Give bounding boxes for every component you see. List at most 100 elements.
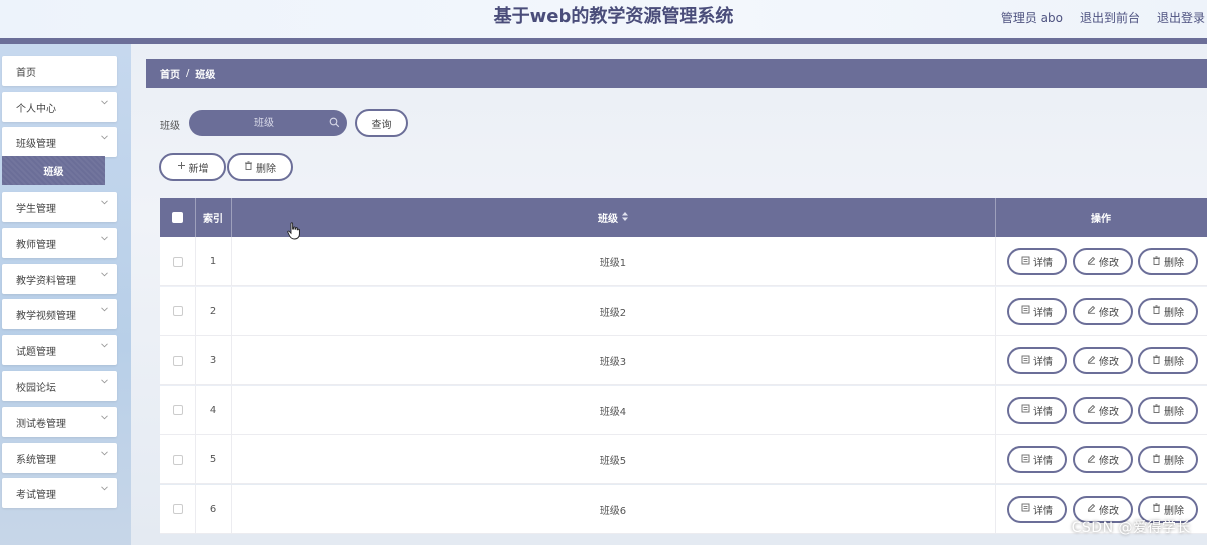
detail-label: 详情 xyxy=(1033,456,1053,467)
breadcrumb-home[interactable]: 首页 xyxy=(160,66,180,81)
detail-button[interactable]: 详情 xyxy=(1007,248,1067,275)
sidebar-subitem-class[interactable]: 班级 xyxy=(2,156,105,185)
current-user-label: 管理员 abo xyxy=(1000,11,1063,25)
sidebar-item-3[interactable]: 学生管理 xyxy=(2,192,117,222)
sidebar-item-7[interactable]: 试题管理 xyxy=(2,335,117,365)
detail-button[interactable]: 详情 xyxy=(1007,396,1067,424)
sidebar-item-4[interactable]: 教师管理 xyxy=(2,228,117,258)
row-class-name: 班级5 xyxy=(599,456,627,467)
edit-button[interactable]: 修改 xyxy=(1073,347,1133,374)
sort-icon[interactable] xyxy=(622,211,628,224)
sidebar-item-8[interactable]: 校园论坛 xyxy=(2,371,117,401)
class-table: 索引 班级 操作 1 班级1 详情 修改 删除 2 班级2 详情 修改 删除 3 班级3 详情 修改 删除 4… xyxy=(160,198,1207,535)
edit-icon xyxy=(1087,503,1096,515)
row-class-name: 班级4 xyxy=(599,406,627,418)
sidebar-item-0[interactable]: 首页 xyxy=(2,56,117,86)
edit-label: 修改 xyxy=(1099,258,1119,269)
row-checkbox[interactable] xyxy=(172,306,183,316)
edit-icon xyxy=(1087,454,1096,466)
row-index: 2 xyxy=(209,305,217,317)
detail-icon xyxy=(1021,454,1030,466)
search-label: 班级 xyxy=(160,121,180,132)
row-checkbox-cell[interactable] xyxy=(160,237,195,286)
breadcrumb-current: 班级 xyxy=(195,70,216,81)
trash-icon xyxy=(244,161,253,173)
logout-link[interactable]: 退出登录 xyxy=(1157,9,1205,26)
delete-button[interactable]: 删除 xyxy=(1138,396,1198,424)
edit-button[interactable]: 修改 xyxy=(1073,297,1133,325)
row-class-name: 班级3 xyxy=(599,357,627,368)
row-class-name: 班级1 xyxy=(599,258,627,269)
trash-icon xyxy=(1152,503,1161,515)
delete-label: 删除 xyxy=(1164,357,1184,368)
row-index: 6 xyxy=(209,503,217,515)
row-checkbox[interactable] xyxy=(172,256,183,267)
detail-button[interactable]: 详情 xyxy=(1007,446,1067,473)
sidebar-item-label: 教师管理 xyxy=(16,239,56,251)
edit-button[interactable]: 修改 xyxy=(1073,248,1133,275)
delete-button[interactable]: 删除 xyxy=(1138,446,1198,473)
sidebar-item-label: 考试管理 xyxy=(16,489,56,501)
edit-icon xyxy=(1087,256,1096,268)
select-all-checkbox[interactable] xyxy=(172,212,183,223)
delete-button[interactable]: 删除 xyxy=(1138,248,1198,275)
sidebar-item-label: 个人中心 xyxy=(16,103,56,115)
add-button[interactable]: 新增 xyxy=(159,153,226,181)
sidebar-item-5[interactable]: 教学资料管理 xyxy=(2,264,117,294)
detail-icon xyxy=(1021,503,1030,515)
sidebar-item-9[interactable]: 测试卷管理 xyxy=(2,407,117,437)
row-checkbox[interactable] xyxy=(172,454,183,465)
trash-icon xyxy=(1152,305,1161,317)
detail-button[interactable]: 详情 xyxy=(1007,297,1067,325)
row-checkbox-cell[interactable] xyxy=(160,287,195,336)
header-class-name[interactable]: 班级 xyxy=(231,198,995,237)
row-checkbox-cell[interactable] xyxy=(160,386,195,435)
batch-delete-button[interactable]: 删除 xyxy=(227,153,293,181)
chevron-down-icon xyxy=(101,135,108,142)
table-row: 1 班级1 详情 修改 删除 xyxy=(160,237,1207,286)
row-checkbox-cell[interactable] xyxy=(160,435,195,484)
sidebar-item-11[interactable]: 考试管理 xyxy=(2,478,117,508)
row-checkbox[interactable] xyxy=(172,504,183,514)
row-checkbox[interactable] xyxy=(172,405,183,415)
search-input[interactable] xyxy=(189,110,329,136)
trash-icon xyxy=(1152,255,1161,268)
sidebar-item-label: 教学资料管理 xyxy=(16,275,76,287)
chevron-down-icon xyxy=(101,200,108,207)
detail-label: 详情 xyxy=(1033,307,1053,319)
query-button[interactable]: 查询 xyxy=(355,109,408,137)
sidebar-item-10[interactable]: 系统管理 xyxy=(2,443,117,473)
edit-label: 修改 xyxy=(1099,357,1119,368)
header-divider-bar xyxy=(0,38,1207,44)
sidebar-item-2[interactable]: 班级管理 xyxy=(2,127,117,157)
detail-label: 详情 xyxy=(1033,258,1053,269)
sidebar-item-6[interactable]: 教学视频管理 xyxy=(2,299,117,329)
back-to-front-link[interactable]: 退出到前台 xyxy=(1080,9,1140,26)
edit-button[interactable]: 修改 xyxy=(1073,446,1133,473)
delete-button[interactable]: 删除 xyxy=(1138,297,1198,325)
plus-icon xyxy=(177,161,186,173)
detail-button[interactable]: 详情 xyxy=(1007,495,1067,523)
detail-button[interactable]: 详情 xyxy=(1007,347,1067,374)
edit-button[interactable]: 修改 xyxy=(1073,396,1133,424)
row-index: 3 xyxy=(209,355,217,366)
detail-icon xyxy=(1021,355,1030,367)
detail-icon xyxy=(1021,404,1030,416)
row-index: 5 xyxy=(209,454,217,465)
add-button-label: 新增 xyxy=(188,163,209,175)
edit-label: 修改 xyxy=(1099,307,1119,319)
search-icon xyxy=(329,117,340,131)
sidebar-item-1[interactable]: 个人中心 xyxy=(2,92,117,122)
row-checkbox[interactable] xyxy=(172,355,183,366)
chevron-down-icon xyxy=(101,343,108,350)
select-all-checkbox-cell[interactable] xyxy=(160,198,195,237)
delete-label: 删除 xyxy=(1164,456,1184,467)
chevron-down-icon xyxy=(101,236,108,243)
table-header: 索引 班级 操作 xyxy=(160,198,1207,237)
delete-button[interactable]: 删除 xyxy=(1138,347,1198,374)
row-checkbox-cell[interactable] xyxy=(160,336,195,385)
row-class-name: 班级6 xyxy=(599,505,627,517)
row-checkbox-cell[interactable] xyxy=(160,485,195,534)
delete-label: 删除 xyxy=(1164,505,1184,517)
sidebar-item-label: 学生管理 xyxy=(16,203,56,215)
